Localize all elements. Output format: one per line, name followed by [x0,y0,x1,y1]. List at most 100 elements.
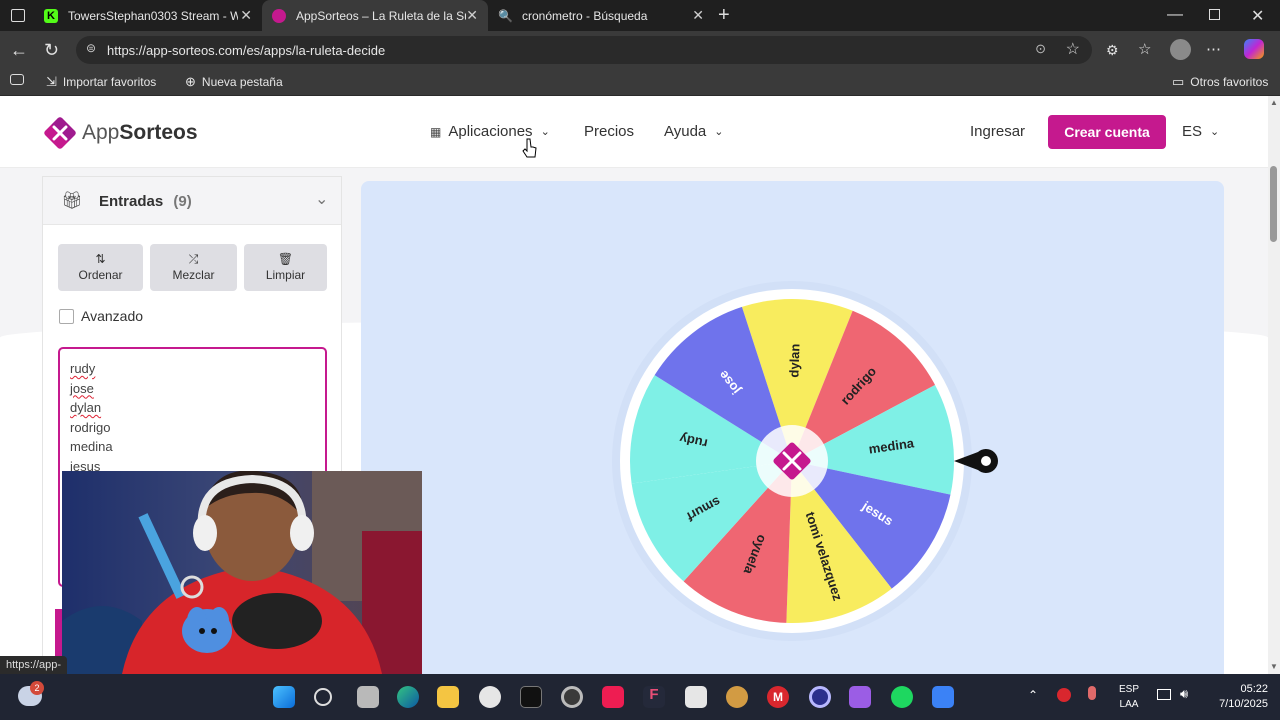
search-icon[interactable] [314,688,332,706]
nav-ingresar[interactable]: Ingresar [970,123,1025,140]
chrome-icon[interactable] [561,686,583,708]
favorites-icon[interactable]: ☆ [1138,40,1151,60]
advanced-label: Avanzado [81,308,144,324]
mega-icon[interactable]: M [767,686,789,708]
browser-tab-bar: K TowersStephan0303 Stream - Wat ✕ AppSo… [0,0,1280,31]
file-explorer-icon[interactable] [437,686,459,708]
chevron-down-icon: ⌄ [714,126,724,138]
tab-kick-stream[interactable]: K TowersStephan0303 Stream - Wat ✕ [34,0,262,31]
scrollbar-thumb[interactable] [1270,166,1277,242]
mouse-cursor-icon [522,138,537,158]
wheel-segment-label: dylan [786,343,802,378]
url-text: https://app-sorteos.com/es/apps/la-rulet… [107,42,386,58]
capture-icon[interactable] [685,686,707,708]
microphone-icon[interactable] [1088,686,1096,700]
new-tab-button[interactable]: + [718,4,730,27]
close-window-button[interactable]: ✕ [1251,6,1264,26]
spotify-icon[interactable] [891,686,913,708]
address-bar[interactable]: ⊜ https://app-sorteos.com/es/apps/la-rul… [76,36,1092,64]
limpiar-button[interactable]: 🗑︎ Limpiar [244,244,327,291]
site-info-icon[interactable]: ⊜ [86,41,96,55]
chevron-down-icon[interactable]: ⌄ [315,189,328,209]
read-aloud-icon[interactable]: ⊙ [1035,41,1046,57]
tray-overflow-icon[interactable]: ⌃ [1028,688,1038,702]
mezclar-button[interactable]: ⤮ Mezclar [150,244,237,291]
advanced-checkbox[interactable] [59,309,74,324]
ordenar-button[interactable]: ⇅ Ordenar [58,244,143,291]
crear-cuenta-button[interactable]: Crear cuenta [1048,115,1166,149]
more-menu-icon[interactable]: ⋯ [1206,40,1221,60]
wheel-peg [678,582,684,587]
logo[interactable]: AppSorteos [42,115,198,151]
list-item: jose [70,380,94,396]
tab-appsorteos[interactable]: AppSorteos – La Ruleta de la Suerte ✕ [262,0,488,31]
wheel-area: dylan rodrigo medina jesus tomi velazquez oyu… [361,181,1224,674]
reading-list-icon[interactable] [10,74,24,85]
list-item: rudy [70,361,96,376]
copilot-icon[interactable] [1244,39,1264,59]
list-item: medina [70,439,113,454]
trash-icon: 🗑︎ [277,252,294,266]
photos-icon[interactable] [849,686,871,708]
app-ring-icon[interactable] [809,686,831,708]
volume-icon[interactable]: 🔊︎ [1180,686,1188,702]
globe-icon: ⊕ [185,74,196,89]
import-icon: ⇲ [46,74,57,89]
nav-precios[interactable]: Precios [584,123,634,140]
extensions-icon[interactable]: ⚙ [1106,40,1119,60]
restore-button[interactable] [1209,9,1220,20]
start-button[interactable] [273,686,295,708]
wheel-peg [649,370,654,376]
nav-ayuda[interactable]: Ayuda ⌄ [664,123,723,140]
close-tab-icon[interactable]: ✕ [466,7,478,24]
status-link-preview: https://app- [0,656,68,674]
notification-badge: 2 [30,681,44,695]
wheel-peg [952,493,957,498]
kick-icon: K [44,8,58,23]
profile-avatar[interactable] [1170,39,1191,60]
entries-title: Entradas (9) [99,193,192,210]
bookmark-other-folder[interactable]: ▭ Otros favoritos [1172,74,1268,90]
input-language-indicator[interactable]: ESP LAA [1116,682,1142,712]
tab-actions-icon[interactable] [11,9,25,22]
edge-icon[interactable] [397,686,419,708]
favorite-star-icon[interactable]: ☆ [1066,39,1080,59]
mega-tray-icon[interactable] [1057,688,1071,702]
wheel-peg [738,300,743,306]
search-icon: 🔍 [498,8,513,23]
network-icon[interactable] [1157,689,1171,700]
shuffle-icon: ⤮ [188,252,199,266]
entries-header[interactable]: 🎁︎ Entradas (9) ⌄ [43,177,341,225]
roblox-icon[interactable] [932,686,954,708]
list-item: rodrigo [70,419,111,435]
gift-icon: 🎁︎ [61,191,83,210]
appsorteos-logo-icon [44,117,76,149]
list-item: dylan [70,400,102,415]
refresh-button[interactable]: ↻ [44,40,59,60]
language-select[interactable]: ES ⌄ [1182,123,1219,140]
obs-icon[interactable] [479,686,501,708]
close-tab-icon[interactable]: ✕ [692,7,704,24]
wheel-peg [851,304,857,310]
scroll-down-icon[interactable]: ▼ [1270,662,1278,671]
tiktok-icon[interactable] [602,686,624,708]
webcam-overlay [62,471,422,674]
chevron-down-icon: ⌄ [540,126,550,138]
scroll-up-icon[interactable]: ▲ [1270,98,1278,107]
tab-cronometro-search[interactable]: 🔍 cronómetro - Búsqueda ✕ [488,0,714,31]
bookmark-import[interactable]: ⇲ Importar favoritos [46,74,156,90]
tiktok-studio-icon[interactable]: F [643,686,665,708]
roulette-wheel[interactable]: dylanrodrigomedinajesustomi velazquezoyu… [609,281,1009,641]
minimize-button[interactable]: — [1167,6,1183,24]
close-tab-icon[interactable]: ✕ [240,7,252,24]
wheel-peg [891,589,897,595]
logo-text: AppSorteos [82,121,198,144]
bookmark-new-tab[interactable]: ⊕ Nueva pestaña [185,74,283,90]
task-view-icon[interactable] [357,686,379,708]
system-clock[interactable]: 05:22 7/10/2025 [1198,682,1268,712]
back-button[interactable]: ← [10,40,28,60]
globe-app-icon[interactable] [726,686,748,708]
windows-taskbar: 2 F M ⌃ ESP LAA 🔊︎ 05:22 7/10/2025 [0,674,1280,720]
capcut-icon[interactable] [520,686,542,708]
page-scrollbar[interactable]: ▲ ▼ [1268,96,1280,674]
